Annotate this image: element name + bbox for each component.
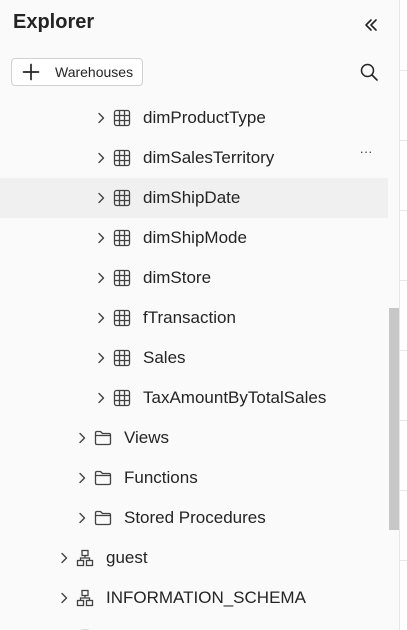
tree-item[interactable]: dimShipDate: [0, 178, 388, 218]
explorer-header: Explorer: [0, 0, 399, 48]
table-icon: [112, 228, 132, 248]
grid-line: [400, 140, 407, 141]
grid-line: [400, 280, 407, 281]
chevron-right-icon[interactable]: [93, 390, 109, 406]
chevron-right-icon[interactable]: [93, 270, 109, 286]
tree-item-label: Stored Procedures: [124, 508, 266, 527]
table-icon: [112, 108, 132, 128]
tree-item-label: Sales: [143, 348, 186, 367]
more-options-button[interactable]: ···: [356, 145, 376, 166]
explorer-title: Explorer: [13, 11, 95, 33]
chevron-right-icon[interactable]: [74, 470, 90, 486]
plus-icon: [22, 63, 40, 81]
collapse-panel-button[interactable]: [358, 12, 384, 38]
tree-scrollbar[interactable]: [388, 98, 399, 630]
chevron-right-icon[interactable]: [93, 150, 109, 166]
scrollbar-thumb[interactable]: [389, 308, 399, 530]
explorer-panel: Explorer Warehouses dimProductType dimSal…: [0, 0, 399, 630]
tree-item-label: dimSalesTerritory: [143, 148, 275, 167]
warehouses-button-label: Warehouses: [55, 64, 134, 80]
grid-line: [400, 560, 407, 561]
folder-icon: [93, 428, 113, 448]
tree-item[interactable]: Sales: [0, 338, 388, 378]
add-warehouses-button[interactable]: Warehouses: [11, 58, 143, 86]
table-icon: [112, 348, 132, 368]
table-icon: [112, 188, 132, 208]
tree-item-label: Views: [124, 428, 170, 447]
object-tree: dimProductType dimSalesTerritory ··· dimShi…: [0, 98, 388, 630]
tree-item[interactable]: Views: [0, 418, 388, 458]
grid-line: [400, 490, 407, 491]
folder-icon: [93, 508, 113, 528]
tree-item-label: dimStore: [143, 268, 212, 287]
tree-item-label: dimShipDate: [143, 188, 241, 207]
tree-item-label: guest: [106, 548, 148, 567]
tree-item-label: INFORMATION_SCHEMA: [106, 588, 306, 607]
chevron-right-icon[interactable]: [74, 430, 90, 446]
chevron-right-icon[interactable]: [93, 110, 109, 126]
chevron-right-icon[interactable]: [56, 550, 72, 566]
tree-item[interactable]: [0, 618, 388, 630]
table-icon: [112, 148, 132, 168]
chevron-right-icon[interactable]: [74, 510, 90, 526]
tree-item[interactable]: TaxAmountByTotalSales: [0, 378, 388, 418]
tree-item[interactable]: dimShipMode: [0, 218, 388, 258]
tree-item[interactable]: dimStore: [0, 258, 388, 298]
search-icon: [360, 63, 378, 81]
tree-item[interactable]: dimSalesTerritory ···: [0, 138, 388, 178]
grid-line: [400, 350, 407, 351]
chevron-right-icon[interactable]: [93, 190, 109, 206]
schema-icon: [75, 588, 95, 608]
grid-line: [400, 420, 407, 421]
tree-item-label: dimProductType: [143, 108, 266, 127]
canvas-edge: [399, 0, 407, 630]
tree-item[interactable]: dimProductType: [0, 98, 388, 138]
explorer-toolbar: Warehouses: [0, 56, 399, 90]
chevron-right-icon[interactable]: [93, 310, 109, 326]
search-button[interactable]: [357, 60, 381, 84]
tree-item[interactable]: Stored Procedures: [0, 498, 388, 538]
schema-icon: [75, 548, 95, 568]
tree-item[interactable]: INFORMATION_SCHEMA: [0, 578, 388, 618]
folder-icon: [93, 468, 113, 488]
tree-item-label: dimShipMode: [143, 228, 247, 247]
tree-item-label: TaxAmountByTotalSales: [143, 388, 327, 407]
chevron-right-icon[interactable]: [56, 590, 72, 606]
chevron-right-icon[interactable]: [93, 230, 109, 246]
chevron-right-icon[interactable]: [93, 350, 109, 366]
double-chevron-left-icon: [365, 19, 377, 31]
table-icon: [112, 388, 132, 408]
grid-line: [400, 210, 407, 211]
tree-item-label: Functions: [124, 468, 198, 487]
tree-item-label: fTransaction: [143, 308, 236, 327]
table-icon: [112, 308, 132, 328]
table-icon: [112, 268, 132, 288]
tree-item[interactable]: guest: [0, 538, 388, 578]
tree-item[interactable]: fTransaction: [0, 298, 388, 338]
grid-line: [400, 70, 407, 71]
tree-item[interactable]: Functions: [0, 458, 388, 498]
